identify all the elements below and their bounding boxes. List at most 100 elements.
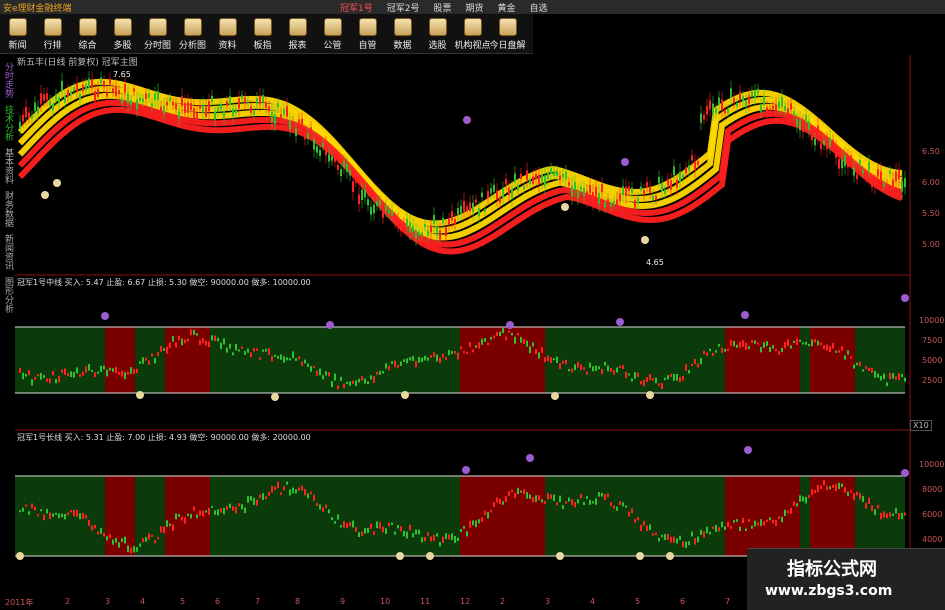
price-candle [625, 186, 627, 197]
mid-y-tick: 7500 [922, 336, 943, 345]
long-candle [484, 510, 486, 516]
long-y-tick: 4000 [922, 535, 943, 544]
long-candle [832, 484, 834, 488]
price-candle [172, 102, 174, 106]
mid-candle [538, 352, 540, 359]
price-candle [760, 105, 762, 112]
price-candle [184, 102, 186, 114]
price-candle [598, 192, 600, 204]
long-candle [655, 532, 657, 536]
price-candle [112, 88, 114, 92]
mid-candle [421, 357, 423, 363]
long-candle [535, 495, 537, 503]
long-candle [862, 495, 864, 503]
mid-candle [769, 346, 771, 353]
mid-candle [478, 342, 480, 349]
chart-canvas[interactable] [0, 0, 945, 609]
price-candle [844, 155, 846, 167]
ribbon-line [17, 106, 904, 255]
long-candle [745, 528, 747, 531]
mid-candle [583, 367, 585, 370]
long-candle [460, 529, 462, 533]
mid-candle [496, 331, 498, 337]
mid-zone [460, 327, 545, 393]
price-candle [217, 107, 219, 112]
price-candle [37, 106, 39, 114]
price-candle [898, 169, 900, 180]
mid-candle [475, 345, 477, 348]
price-candle [145, 93, 147, 100]
mid-candle [184, 339, 186, 344]
mid-candle [280, 354, 282, 360]
mid-candle [703, 350, 705, 355]
long-candle [538, 495, 540, 501]
long-candle [829, 486, 831, 490]
mid-candle [757, 342, 759, 345]
price-candle [61, 80, 63, 92]
price-candle [295, 128, 297, 137]
long-candle [109, 534, 111, 539]
mid-candle [349, 381, 351, 386]
price-candle [520, 173, 522, 180]
mid-candle [511, 332, 513, 336]
price-candle [745, 100, 747, 108]
long-candle [271, 486, 273, 493]
long-candle [37, 514, 39, 517]
mid-candle [67, 372, 69, 377]
price-candle [100, 77, 102, 83]
mid-candle [823, 345, 825, 350]
mid-candle [322, 375, 324, 380]
price-candle [766, 107, 768, 115]
long-candle [835, 484, 837, 492]
price-candle [286, 106, 288, 117]
mid-candle [64, 368, 66, 375]
mid-candle [562, 360, 564, 364]
long-candle [847, 491, 849, 497]
mid-candle [748, 346, 750, 350]
mid-candle [256, 348, 258, 351]
price-candle [40, 93, 42, 104]
long-candle [757, 522, 759, 526]
long-candle [148, 533, 150, 540]
long-y-tick: 6000 [922, 510, 943, 519]
long-candle [157, 536, 159, 540]
mid-candle [679, 376, 681, 383]
long-candle [376, 521, 378, 529]
long-candle [889, 512, 891, 517]
long-candle [562, 505, 564, 509]
price-candle [103, 81, 105, 88]
long-candle [82, 513, 84, 519]
price-candle [568, 182, 570, 186]
mid-candle [601, 368, 603, 375]
mid-candle [313, 365, 315, 368]
long-candle [382, 526, 384, 533]
mid-candle [97, 371, 99, 374]
price-candle [574, 182, 576, 191]
long-candle [673, 536, 675, 543]
mid-candle [115, 366, 117, 374]
mid-candle [556, 356, 558, 363]
price-candle [151, 103, 153, 108]
long-candle [904, 512, 906, 516]
signal-marker [326, 321, 334, 329]
mid-candle [787, 339, 789, 347]
mid-candle [742, 340, 744, 347]
long-candle [883, 511, 885, 518]
signal-marker [636, 552, 644, 560]
price-candle [91, 79, 93, 89]
price-candle [877, 168, 879, 177]
price-candle [703, 114, 705, 120]
mid-candle [91, 370, 93, 373]
long-candle [682, 541, 684, 548]
price-candle [376, 201, 378, 206]
mid-candle [445, 356, 447, 360]
long-candle [337, 514, 339, 520]
price-candle [175, 103, 177, 110]
price-candle [124, 84, 126, 93]
mid-candle [661, 383, 663, 390]
price-candle [694, 161, 696, 171]
long-candle [550, 494, 552, 500]
long-candle [301, 485, 303, 491]
long-candle [898, 513, 900, 520]
price-candle [241, 95, 243, 100]
